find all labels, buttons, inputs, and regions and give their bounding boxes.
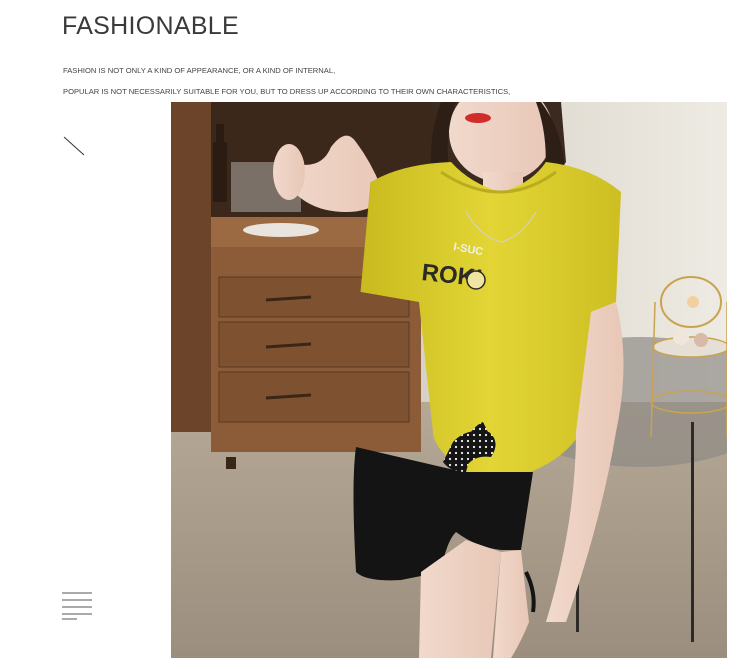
tagline-line-1: FASHION IS NOT ONLY A KIND OF APPEARANCE… [63, 66, 336, 75]
diagonal-line-icon [63, 136, 85, 156]
product-photo: I-SUC ROK! [171, 102, 727, 658]
text-lines-icon [62, 592, 92, 620]
tagline-line-2: POPULAR IS NOT NECESSARILY SUITABLE FOR … [63, 87, 511, 96]
page-title: FASHIONABLE [62, 12, 239, 40]
